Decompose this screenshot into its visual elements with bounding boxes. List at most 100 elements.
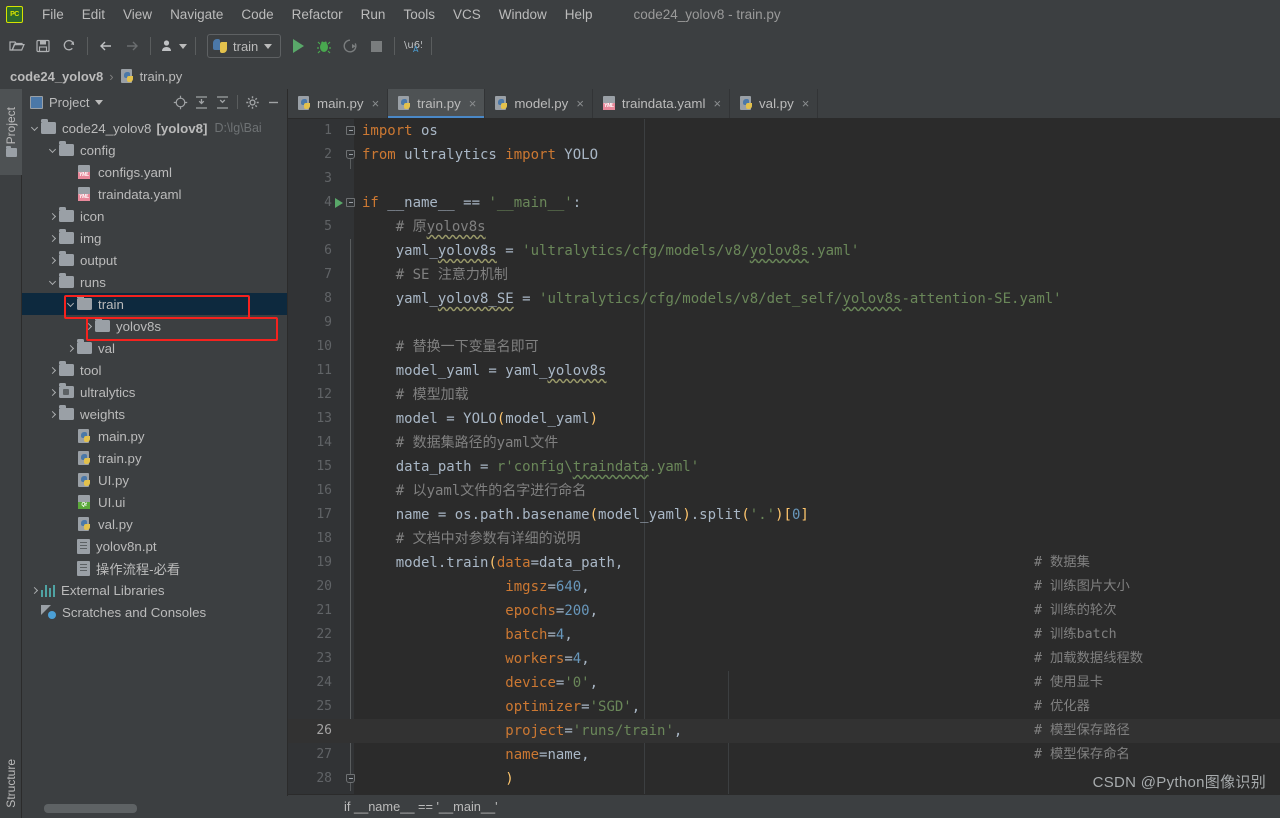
code-line-9[interactable]: 9 — [288, 311, 1280, 335]
collapse-all-icon[interactable] — [213, 93, 232, 112]
run-button[interactable] — [285, 33, 311, 59]
code-line-10[interactable]: 10 # 替换一下变量名即可 — [288, 335, 1280, 359]
run-configuration-selector[interactable]: train — [207, 34, 282, 58]
code-editor[interactable]: 1 import os 2 from ultralytics import YOLO 3… — [288, 119, 1280, 818]
profile-selector[interactable] — [156, 33, 190, 59]
tree-item-main-py[interactable]: main.py — [22, 425, 287, 447]
code-line-11[interactable]: 11 model_yaml = yaml_yolov8s — [288, 359, 1280, 383]
menu-item-refactor[interactable]: Refactor — [283, 4, 352, 25]
editor-tab-traindata-yaml[interactable]: YML traindata.yaml × — [593, 89, 731, 118]
tree-item-tool[interactable]: tool — [22, 359, 287, 381]
stop-button[interactable] — [363, 33, 389, 59]
tree-item-scratches-and-consoles[interactable]: Scratches and Consoles — [22, 601, 287, 623]
run-gutter-icon[interactable] — [335, 198, 343, 208]
code-line-4[interactable]: 4 if __name__ == '__main__': — [288, 191, 1280, 215]
chevron-right-icon[interactable] — [46, 408, 59, 421]
code-line-16[interactable]: 16 # 以yaml文件的名字进行命名 — [288, 479, 1280, 503]
code-line-23[interactable]: 23 workers=4, # 加载数据线程数 — [288, 647, 1280, 671]
sidebar-item-structure[interactable]: Structure — [0, 752, 22, 814]
tree-item-config[interactable]: config — [22, 139, 287, 161]
gear-icon[interactable] — [243, 93, 262, 112]
breadcrumb-file[interactable]: train.py — [120, 68, 182, 84]
fold-toggle-icon[interactable] — [346, 198, 355, 207]
code-line-27[interactable]: 27 name=name, # 模型保存命名 — [288, 743, 1280, 767]
chevron-right-icon[interactable] — [64, 342, 77, 355]
chevron-down-icon[interactable] — [64, 298, 77, 311]
expand-all-icon[interactable] — [192, 93, 211, 112]
code-line-19[interactable]: 19 model.train(data=data_path, # 数据集 — [288, 551, 1280, 575]
open-folder-icon[interactable] — [4, 33, 30, 59]
menu-item-help[interactable]: Help — [556, 4, 602, 25]
code-line-22[interactable]: 22 batch=4, # 训练batch — [288, 623, 1280, 647]
code-line-2[interactable]: 2 from ultralytics import YOLO — [288, 143, 1280, 167]
chevron-right-icon[interactable] — [46, 386, 59, 399]
chevron-right-icon[interactable] — [82, 320, 95, 333]
chevron-down-icon[interactable] — [46, 144, 59, 157]
code-line-5[interactable]: 5 # 原yolov8s — [288, 215, 1280, 239]
run-coverage-button[interactable] — [337, 33, 363, 59]
close-icon[interactable]: × — [802, 96, 810, 111]
code-line-14[interactable]: 14 # 数据集路径的yaml文件 — [288, 431, 1280, 455]
code-line-20[interactable]: 20 imgsz=640, # 训练图片大小 — [288, 575, 1280, 599]
close-icon[interactable]: × — [469, 96, 477, 111]
menu-item-file[interactable]: File — [33, 4, 73, 25]
chevron-right-icon[interactable] — [46, 232, 59, 245]
menu-item-code[interactable]: Code — [232, 4, 282, 25]
menu-item-vcs[interactable]: VCS — [444, 4, 490, 25]
code-line-26[interactable]: 26 project='runs/train', # 模型保存路径 — [288, 719, 1280, 743]
editor-tab-model-py[interactable]: model.py × — [485, 89, 593, 118]
menu-item-view[interactable]: View — [114, 4, 161, 25]
locate-icon[interactable] — [171, 93, 190, 112]
tree-item-val[interactable]: val — [22, 337, 287, 359]
code-line-6[interactable]: 6 yaml_yolov8s = 'ultralytics/cfg/models… — [288, 239, 1280, 263]
tree-item-train[interactable]: train — [22, 293, 287, 315]
tree-item-icon[interactable]: icon — [22, 205, 287, 227]
tree-item-yolov8s[interactable]: yolov8s — [22, 315, 287, 337]
tree-item-output[interactable]: output — [22, 249, 287, 271]
breadcrumb-project[interactable]: code24_yolov8 — [10, 69, 103, 84]
menu-item-edit[interactable]: Edit — [73, 4, 114, 25]
code-line-15[interactable]: 15 data_path = r'config\traindata.yaml' — [288, 455, 1280, 479]
editor-tab-train-py[interactable]: train.py × — [388, 89, 486, 118]
tree-item-runs[interactable]: runs — [22, 271, 287, 293]
chevron-right-icon[interactable] — [28, 584, 41, 597]
hide-panel-icon[interactable] — [264, 93, 283, 112]
chevron-right-icon[interactable] — [46, 364, 59, 377]
chevron-right-icon[interactable] — [46, 210, 59, 223]
sidebar-item-project[interactable]: Project — [0, 89, 22, 175]
project-panel-title[interactable]: Project — [30, 95, 104, 110]
fold-end-icon[interactable] — [346, 774, 355, 783]
tree-item-external-libraries[interactable]: External Libraries — [22, 579, 287, 601]
tree-item-img[interactable]: img — [22, 227, 287, 249]
menu-item-tools[interactable]: Tools — [394, 4, 444, 25]
code-line-21[interactable]: 21 epochs=200, # 训练的轮次 — [288, 599, 1280, 623]
editor-tab-main-py[interactable]: main.py × — [288, 89, 389, 118]
tree-item-val-py[interactable]: val.py — [22, 513, 287, 535]
fold-toggle-icon[interactable] — [346, 126, 355, 135]
code-line-7[interactable]: 7 # SE 注意力机制 — [288, 263, 1280, 287]
tree-item-yolov8n-pt[interactable]: yolov8n.pt — [22, 535, 287, 557]
debug-button[interactable] — [311, 33, 337, 59]
project-hscrollbar[interactable] — [22, 796, 288, 818]
chevron-right-icon[interactable] — [46, 254, 59, 267]
close-icon[interactable]: × — [713, 96, 721, 111]
tree-item-weights[interactable]: weights — [22, 403, 287, 425]
tree-item-code24-yolov8[interactable]: code24_yolov8 [yolov8] D:\lg\Bai — [22, 117, 287, 139]
tree-item-configs-yaml[interactable]: YML configs.yaml — [22, 161, 287, 183]
tree-item-ultralytics[interactable]: ultralytics — [22, 381, 287, 403]
code-line-12[interactable]: 12 # 模型加载 — [288, 383, 1280, 407]
code-line-13[interactable]: 13 model = YOLO(model_yaml) — [288, 407, 1280, 431]
editor-breadcrumb[interactable]: if __name__ == '__main__' — [288, 794, 1280, 818]
tree-item-[interactable]: 操作流程-必看 — [22, 557, 287, 579]
project-hscrollbar-thumb[interactable] — [44, 804, 137, 813]
tree-item-train-py[interactable]: train.py — [22, 447, 287, 469]
tree-item-ui-ui[interactable]: Qt UI.ui — [22, 491, 287, 513]
tree-item-ui-py[interactable]: UI.py — [22, 469, 287, 491]
code-line-17[interactable]: 17 name = os.path.basename(model_yaml).s… — [288, 503, 1280, 527]
menu-item-window[interactable]: Window — [490, 4, 556, 25]
code-line-24[interactable]: 24 device='0', # 使用显卡 — [288, 671, 1280, 695]
chevron-down-icon[interactable] — [46, 276, 59, 289]
sync-icon[interactable] — [56, 33, 82, 59]
code-line-1[interactable]: 1 import os — [288, 119, 1280, 143]
save-icon[interactable] — [30, 33, 56, 59]
